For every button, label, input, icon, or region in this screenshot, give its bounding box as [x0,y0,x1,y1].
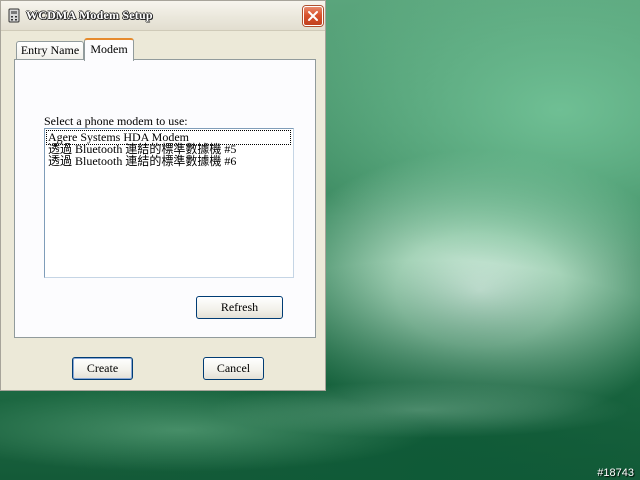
refresh-button[interactable]: Refresh [196,296,283,319]
modem-list-item[interactable]: 透過 Bluetooth 連結的標準數據機 #6 [47,155,237,168]
title-bar[interactable]: WCDMA Modem Setup [1,1,325,31]
close-icon [308,11,318,21]
close-button[interactable] [303,6,323,26]
cancel-button[interactable]: Cancel [203,357,264,380]
window-title: WCDMA Modem Setup [26,8,153,22]
tab-entry-name[interactable]: Entry Name [16,41,84,60]
tab-modem[interactable]: Modem [84,38,134,61]
modem-select-label: Select a phone modem to use: [44,114,188,128]
wcdma-modem-setup-dialog: WCDMA Modem Setup Entry Name Modem Selec… [0,0,326,391]
phone-icon [7,8,21,23]
image-id-label: #18743 [597,467,634,479]
modem-listbox[interactable]: Agere Systems HDA Modem 透過 Bluetooth 連結的… [44,128,294,278]
create-button[interactable]: Create [72,357,133,380]
